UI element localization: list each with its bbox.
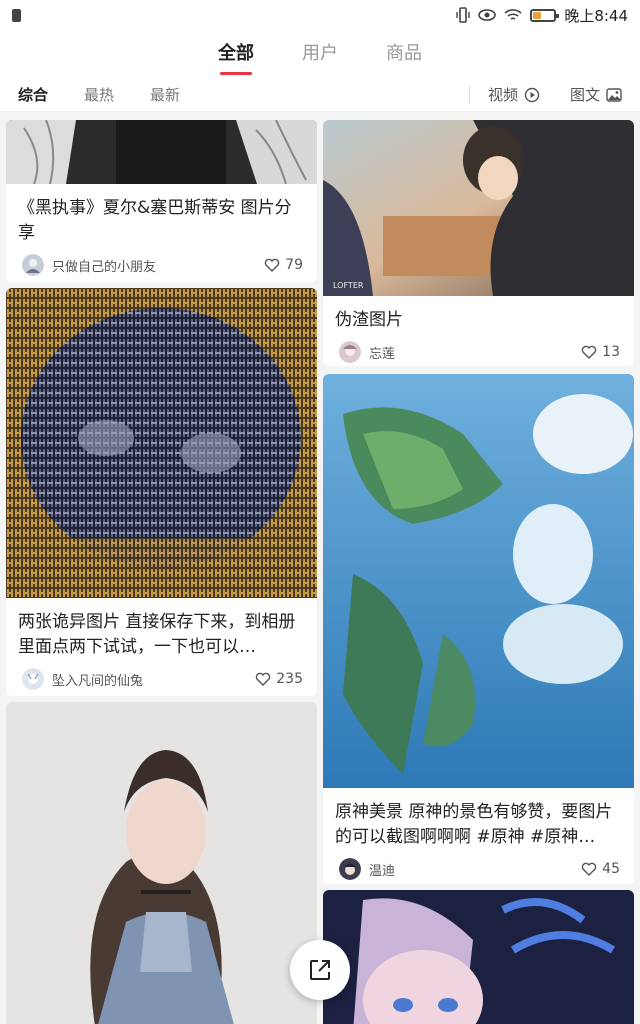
post-meta: 忘莲 13 [323, 341, 634, 363]
share-button[interactable] [290, 940, 350, 1000]
filter-image-text[interactable]: 图文 [570, 84, 622, 105]
heart-icon [581, 345, 597, 359]
avatar [339, 341, 361, 363]
avatar [22, 668, 44, 690]
author-name[interactable]: 坠入凡间的仙兔 [52, 670, 255, 689]
post-card[interactable]: 两张诡异图片 直接保存下来，到相册里面点两下试试，一下也可以… 坠入凡间的仙兔 … [6, 288, 317, 696]
like-button[interactable]: 45 [581, 861, 620, 877]
filter-image-text-label: 图文 [569, 86, 600, 104]
post-title: 《黑执事》夏尔&塞巴斯蒂安 图片分享 [18, 198, 292, 243]
post-image [6, 702, 317, 1024]
tab-products[interactable]: 商品 [386, 39, 422, 69]
like-count: 13 [602, 344, 620, 360]
top-tabs: 全部 用户 商品 [0, 30, 640, 78]
filter-video[interactable]: 视频 [488, 84, 540, 105]
post-meta: 只做自己的小朋友 79 [6, 254, 317, 276]
post-title: 原神美景 原神的景色有够赞，要图片的可以截图啊啊啊 #原神 #原神… [335, 802, 613, 847]
post-card[interactable] [6, 702, 317, 1024]
play-icon [524, 87, 540, 102]
author-name[interactable]: 只做自己的小朋友 [52, 256, 264, 275]
like-count: 235 [276, 671, 303, 687]
filter-bar: 综合 最热 最新 视频 图文 [0, 78, 640, 112]
like-button[interactable]: 79 [264, 257, 303, 273]
filter-newest[interactable]: 最新 [150, 84, 180, 105]
feed: 《黑执事》夏尔&塞巴斯蒂安 图片分享 只做自己的小朋友 79 LOFTER 伪渣… [0, 120, 640, 1024]
post-image [6, 288, 317, 598]
divider [468, 85, 470, 104]
like-button[interactable]: 235 [255, 671, 303, 687]
author-name[interactable]: 忘莲 [369, 343, 581, 362]
vibrate-icon [456, 7, 471, 23]
like-count: 45 [602, 861, 620, 877]
post-image [323, 890, 634, 1024]
sim-alert-icon [12, 8, 21, 22]
tab-all[interactable]: 全部 [218, 39, 254, 75]
post-image [6, 120, 317, 185]
share-icon [310, 960, 330, 980]
post-image [323, 374, 634, 788]
clock: 晚上8:44 [564, 6, 628, 25]
post-meta: 坠入凡间的仙兔 235 [6, 668, 317, 690]
avatar [22, 254, 44, 276]
post-card[interactable]: LOFTER 伪渣图片 忘莲 13 [323, 120, 634, 366]
filter-hottest[interactable]: 最热 [84, 84, 114, 105]
heart-icon [581, 862, 597, 876]
author-name[interactable]: 温迪 [369, 860, 581, 879]
post-meta: 温迪 45 [323, 858, 634, 880]
status-bar: 晚上8:44 [0, 0, 640, 30]
heart-icon [264, 258, 280, 272]
like-button[interactable]: 13 [581, 344, 620, 360]
battery-icon [530, 8, 560, 22]
filter-comprehensive[interactable]: 综合 [18, 84, 48, 105]
image-icon [606, 87, 622, 102]
wifi-icon [504, 9, 522, 20]
post-title: 两张诡异图片 直接保存下来，到相册里面点两下试试，一下也可以… [18, 612, 296, 657]
filter-video-label: 视频 [487, 86, 518, 104]
like-count: 79 [285, 257, 303, 273]
post-card[interactable] [323, 890, 634, 1024]
tab-users[interactable]: 用户 [302, 39, 338, 69]
post-card[interactable]: 《黑执事》夏尔&塞巴斯蒂安 图片分享 只做自己的小朋友 79 [6, 120, 317, 282]
post-title: 伪渣图片 [335, 310, 403, 330]
avatar [339, 858, 361, 880]
eye-comfort-icon [478, 9, 497, 21]
heart-icon [256, 672, 271, 686]
post-card[interactable]: 原神美景 原神的景色有够赞，要图片的可以截图啊啊啊 #原神 #原神… 温迪 45 [323, 374, 634, 884]
svg-text:LOFTER: LOFTER [333, 281, 364, 290]
post-image: LOFTER [323, 120, 634, 296]
